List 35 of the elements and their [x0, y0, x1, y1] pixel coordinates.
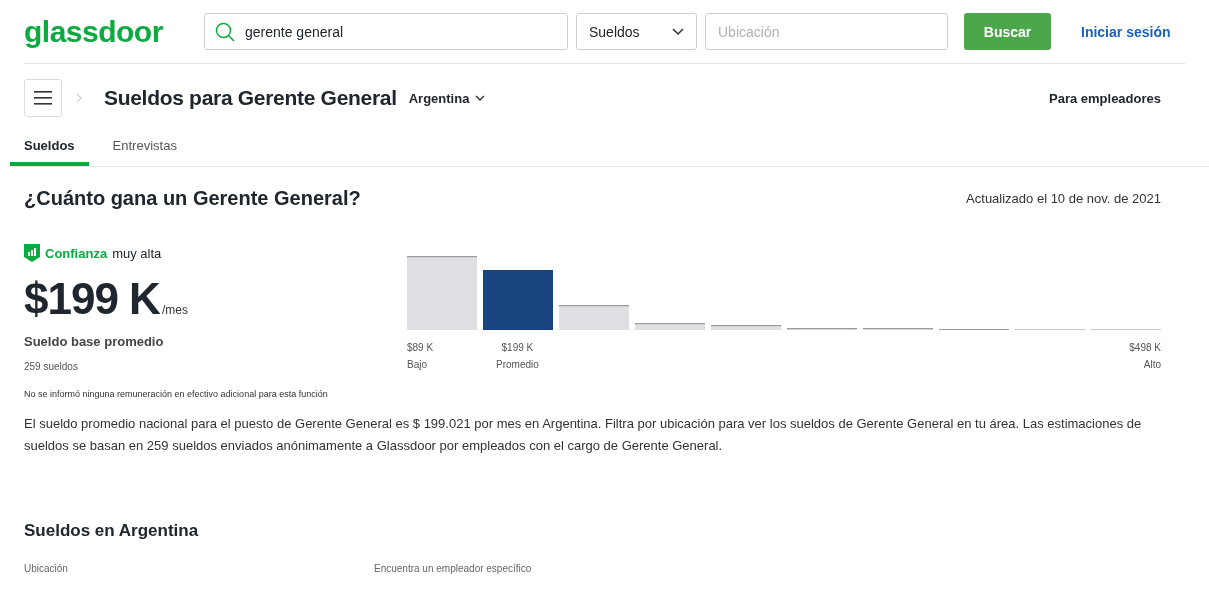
chevron-down-icon [672, 27, 684, 36]
menu-icon [34, 91, 52, 105]
menu-button[interactable] [24, 79, 62, 117]
field-label: Ubicación [24, 563, 69, 574]
salary-amount: $199 K [24, 274, 160, 324]
search-icon [215, 21, 235, 42]
section-heading: ¿Cuánto gana un Gerente General? [24, 187, 361, 210]
tab[interactable]: Entrevistas [98, 132, 191, 166]
page-title: Sueldos para Gerente General [104, 86, 397, 110]
updated-date: Actualizado el 10 de nov. de 2021 [966, 191, 1161, 206]
histogram-value: $89 K [407, 341, 434, 355]
histogram-caption: Alto [1142, 358, 1161, 372]
note-text: No se informó ninguna remuneración en efectivo adicional para esta función [24, 389, 329, 399]
field-label: Encuentra un empleador específico [374, 563, 532, 574]
salary-label: Sueldo base promedio [24, 334, 165, 349]
section-heading: Sueldos en Argentina [24, 521, 200, 541]
description-text: El sueldo promedio nacional para el puesto de Gerente General es $ 199.021 por mes en Argentina. Filtra por ubicación para ver los sueldos de Gerente General en tu área. Las estimaciones de sueldos se basan en 259 sueldos enviados anónimamente a Glassdoor por empleados con el cargo de Gerente General. [24, 415, 1143, 455]
confidence-icon [24, 244, 40, 262]
histogram-caption: Promedio [496, 358, 539, 372]
confidence-level: muy alta [112, 245, 162, 261]
search-field[interactable]: gerente general [204, 13, 568, 50]
country-selector[interactable]: Argentina [408, 90, 486, 106]
login-link[interactable]: Iniciar sesión [1081, 23, 1171, 40]
employers-link[interactable]: Para empleadores [1049, 90, 1161, 106]
confidence-label: Confianza [45, 245, 108, 261]
chevron-right-icon [76, 93, 82, 103]
category-dropdown[interactable]: Sueldos [576, 13, 697, 50]
chevron-down-icon [475, 95, 486, 101]
histogram-caption: Bajo [407, 358, 428, 372]
histogram-value: $199 K [500, 341, 535, 355]
salary-unit: /mes [161, 303, 188, 317]
tab[interactable]: Sueldos [10, 132, 89, 166]
histogram-value: $498 K [1129, 341, 1161, 355]
salary-count: 259 sueldos [24, 361, 79, 372]
location-field[interactable]: Ubicación [705, 13, 948, 50]
